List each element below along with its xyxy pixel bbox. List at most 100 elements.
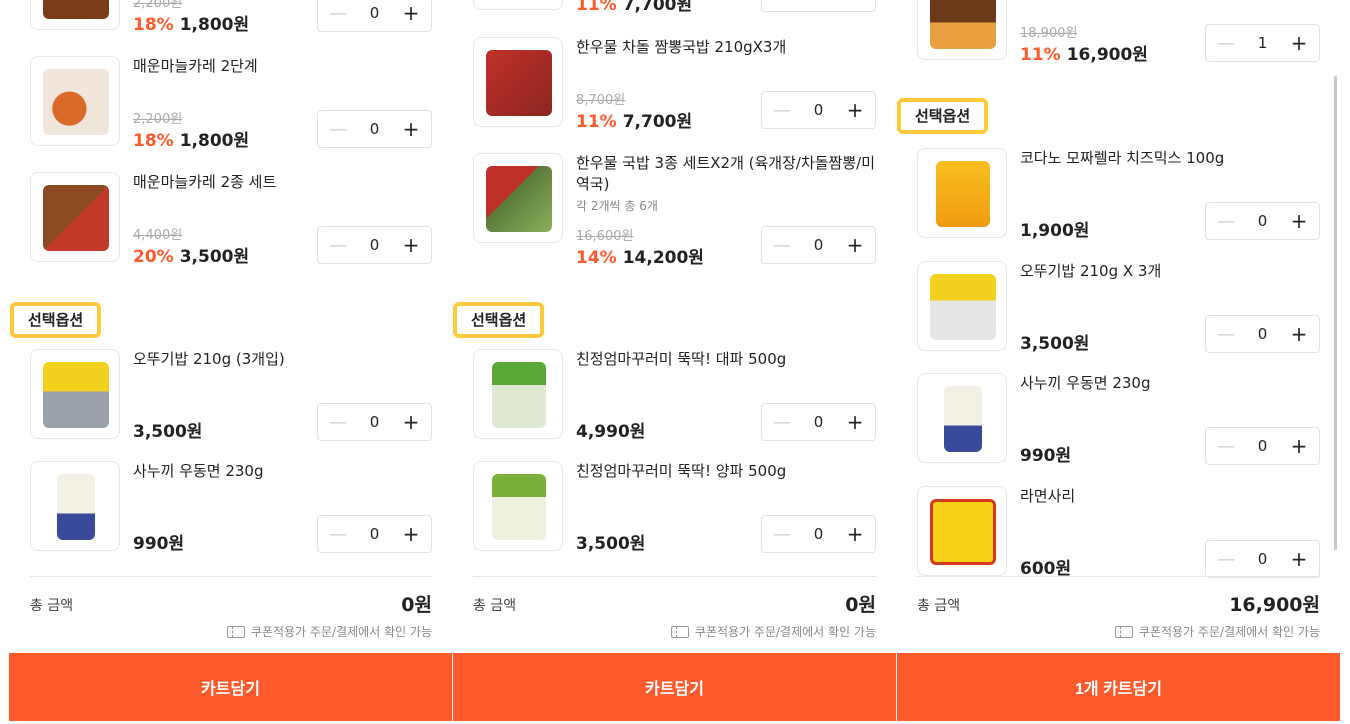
product-column-2: 11%7,700원 —0+ 한우물 차돌 짬뽕국밥 210gX3개 8,700원… — [453, 0, 897, 724]
list-item[interactable]: 2,200원 18% 1,800원 —0 + — [30, 0, 432, 40]
add-to-cart-button[interactable]: 카트담기 — [9, 653, 452, 721]
minus-icon[interactable]: — — [1216, 33, 1236, 54]
product-name: 한우물 국밥 3종 세트X2개 (육개장/차돌짬뽕/미역국) — [576, 154, 875, 193]
quantity-stepper: — 0 + — [317, 0, 432, 32]
list-item[interactable]: 매운마늘카레 2단계 2,200원 18% 1,800원 — 0 + — [30, 56, 432, 156]
plus-icon[interactable]: + — [1289, 547, 1309, 571]
list-item[interactable]: 라면사리 600원 —0 + — [917, 486, 1320, 586]
plus-icon[interactable]: + — [1289, 31, 1309, 55]
plus-icon[interactable]: + — [401, 233, 421, 257]
add-to-cart-button[interactable]: 카트담기 — [453, 653, 896, 721]
minus-icon[interactable]: — — [328, 119, 348, 140]
product-thumbnail[interactable] — [473, 0, 563, 10]
total-label: 총 금액 — [917, 598, 961, 614]
list-item[interactable]: 한우물 차돌 짬뽕국밥 210gX3개 8,700원 11% 7,700원 — 0 + — [473, 37, 876, 137]
scrollbar[interactable] — [1334, 76, 1337, 550]
quantity-stepper: — 0 + — [1205, 540, 1320, 578]
plus-icon[interactable]: + — [1289, 209, 1309, 233]
product-name: 사누끼 우동면 230g — [133, 462, 264, 480]
product-name: 사누끼 우동면 230g — [1020, 374, 1151, 392]
product-thumbnail[interactable] — [473, 153, 563, 243]
list-item[interactable]: 친정엄마꾸러미 뚝딱! 대파 500g 4,990원 — 0 + — [473, 349, 876, 449]
plus-icon[interactable]: + — [845, 98, 865, 122]
plus-icon[interactable]: + — [401, 410, 421, 434]
product-thumbnail[interactable] — [30, 56, 120, 146]
original-price: 4,400원 — [133, 228, 183, 243]
plus-icon[interactable]: + — [845, 522, 865, 546]
add-to-cart-button[interactable]: 1개 카트담기 — [897, 653, 1340, 721]
list-item[interactable]: 한우물 국밥 3종 세트X2개 (육개장/차돌짬뽕/미역국) 각 2개씩 총 6… — [473, 153, 876, 268]
list-item[interactable]: 친정엄마꾸러미 뚝딱! 양파 500g 3,500원 — 0 + — [473, 461, 876, 561]
total-label: 총 금액 — [473, 598, 517, 614]
quantity-value: 0 — [813, 413, 824, 431]
list-item[interactable]: 18,900원 11% 16,900원 — 1 + — [917, 0, 1320, 70]
plus-icon[interactable]: + — [845, 233, 865, 257]
plus-icon[interactable]: + — [401, 522, 421, 546]
list-item[interactable]: 코다노 모짜렐라 치즈믹스 100g 1,900원 — 0 + — [917, 148, 1320, 248]
list-item[interactable]: 매운마늘카레 2종 세트 4,400원 20% 3,500원 — 0 + — [30, 172, 432, 272]
list-item[interactable]: 사누끼 우동면 230g 990원 — 0 + — [917, 373, 1320, 473]
minus-icon[interactable]: — — [328, 235, 348, 256]
minus-icon[interactable]: — — [328, 524, 348, 545]
quantity-value: 0 — [369, 525, 380, 543]
sale-price-row: 14% 14,200원 — [576, 243, 704, 268]
minus-icon[interactable]: — — [1216, 324, 1236, 345]
product-name: 오뚜기밥 210g (3개입) — [133, 350, 285, 368]
product-thumbnail[interactable] — [917, 0, 1007, 60]
minus-icon[interactable]: — — [1216, 436, 1236, 457]
minus-icon[interactable]: — — [772, 100, 792, 121]
discount-rate: 18% — [133, 15, 174, 35]
product-thumbnail[interactable] — [30, 349, 120, 439]
sale-price: 4,990원 — [576, 422, 646, 442]
list-item[interactable]: 오뚜기밥 210g (3개입) 3,500원 — 0 + — [30, 349, 432, 449]
minus-icon[interactable]: — — [328, 412, 348, 433]
original-price: 8,700원 — [576, 93, 626, 108]
quantity-value: 1 — [1257, 34, 1268, 52]
quantity-stepper: — 0 + — [317, 515, 432, 553]
product-name: 라면사리 — [1020, 487, 1076, 505]
sale-price-row: 18% 1,800원 — [133, 10, 249, 35]
product-thumbnail[interactable] — [473, 349, 563, 439]
product-thumbnail[interactable] — [473, 461, 563, 551]
original-price: 2,200원 — [133, 112, 183, 127]
product-name: 한우물 차돌 짬뽕국밥 210gX3개 — [576, 38, 787, 56]
product-thumbnail[interactable] — [917, 373, 1007, 463]
minus-icon[interactable]: — — [772, 235, 792, 256]
list-item[interactable]: 오뚜기밥 210g X 3개 3,500원 — 0 + — [917, 261, 1320, 361]
minus-icon[interactable]: — — [772, 412, 792, 433]
minus-icon[interactable]: — — [772, 524, 792, 545]
product-thumbnail[interactable] — [30, 461, 120, 551]
plus-icon[interactable]: + — [845, 0, 865, 5]
plus-icon[interactable]: + — [1289, 322, 1309, 346]
minus-icon[interactable]: — — [1216, 211, 1236, 232]
product-thumbnail[interactable] — [473, 37, 563, 127]
plus-icon[interactable]: + — [401, 117, 421, 141]
total-value: 16,900원 — [1229, 594, 1320, 616]
product-thumbnail[interactable] — [917, 261, 1007, 351]
product-thumbnail[interactable] — [30, 172, 120, 262]
product-name: 오뚜기밥 210g X 3개 — [1020, 262, 1162, 280]
coupon-note-text: 쿠폰적용가 주문/결제에서 확인 가능 — [1138, 625, 1320, 639]
minus-icon[interactable]: — — [1216, 549, 1236, 570]
minus-icon[interactable]: — — [328, 3, 348, 24]
discount-rate: 20% — [133, 247, 174, 267]
coupon-note: 쿠폰적용가 주문/결제에서 확인 가능 — [670, 623, 876, 640]
plus-icon[interactable]: + — [1289, 434, 1309, 458]
plus-icon[interactable]: + — [845, 410, 865, 434]
quantity-stepper: — 0 + — [1205, 427, 1320, 465]
minus-icon[interactable]: — — [772, 0, 792, 4]
quantity-value: 0 — [369, 4, 380, 22]
discount-rate: 18% — [133, 131, 174, 151]
sale-price: 1,800원 — [179, 131, 250, 151]
product-thumbnail[interactable] — [917, 486, 1007, 576]
total-section: 총 금액 16,900원 쿠폰적용가 주문/결제에서 확인 가능 — [917, 576, 1320, 656]
list-item[interactable]: 11% 7,700원 — 0 + — [473, 0, 876, 20]
sale-price-row: 11% 16,900원 — [1020, 40, 1148, 65]
quantity-value: 0 — [369, 413, 380, 431]
plus-icon[interactable]: + — [401, 1, 421, 25]
coupon-icon — [670, 625, 689, 638]
product-thumbnail[interactable] — [30, 0, 120, 30]
product-thumbnail[interactable] — [917, 148, 1007, 238]
list-item[interactable]: 사누끼 우동면 230g 990원 — 0 + — [30, 461, 432, 561]
quantity-stepper: — 0 + — [317, 226, 432, 264]
